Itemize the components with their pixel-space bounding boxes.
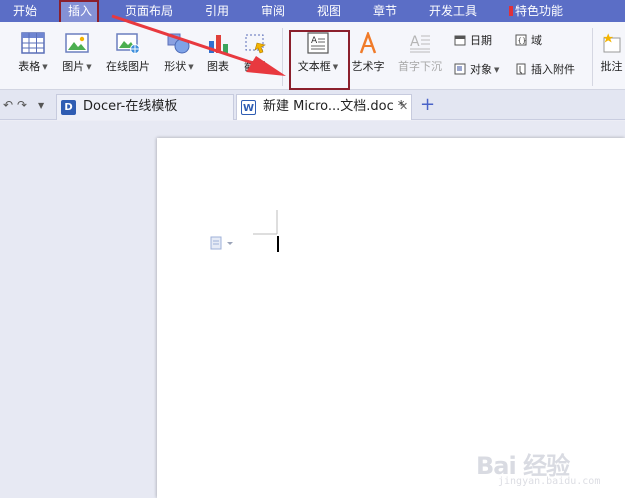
docer-icon: D <box>61 100 76 115</box>
online-picture-label: 在线图片 <box>106 60 150 73</box>
online-picture-button[interactable]: 在线图片 <box>102 32 154 74</box>
chevron-down-icon: ▼ <box>42 63 48 71</box>
chevron-down-icon: ▼ <box>494 66 500 74</box>
menu-special-features[interactable]: 特色功能 <box>515 0 563 22</box>
screenshot-icon <box>245 34 266 54</box>
tab-docer-label: Docer-在线模板 <box>83 99 178 114</box>
new-tab-button[interactable]: + <box>420 95 435 115</box>
screenshot-label: 截屏 <box>244 60 266 73</box>
baidu-jingyan-watermark: Bai 经验 jingyan.baidu.com <box>476 440 616 494</box>
menu-review[interactable]: 审阅 <box>261 0 285 22</box>
drop-cap-icon: A <box>410 34 430 53</box>
tab-document[interactable]: W 新建 Micro...文档.doc * ✕ <box>236 94 412 120</box>
wordart-icon <box>359 32 377 54</box>
special-feature-marker <box>509 6 513 16</box>
word-doc-icon: W <box>241 100 256 115</box>
picture-label: 图片 <box>62 60 85 73</box>
chart-label: 图表 <box>207 60 229 73</box>
online-picture-icon <box>116 33 140 54</box>
shapes-icon <box>167 33 190 54</box>
insert-attachment-button[interactable]: 插入附件 <box>515 61 575 79</box>
redo-icon[interactable]: ↷ <box>17 98 27 112</box>
chart-button[interactable]: 图表 <box>203 32 233 74</box>
menu-view[interactable]: 视图 <box>317 0 341 22</box>
screenshot-button[interactable]: 截屏 <box>238 32 272 74</box>
undo-icon[interactable]: ↶ <box>3 98 13 112</box>
paragraph-options-icon[interactable] <box>210 236 236 250</box>
picture-button[interactable]: 图片 ▼ <box>58 32 96 74</box>
chevron-down-icon: ▼ <box>188 63 194 71</box>
comment-button[interactable]: 批注 <box>598 32 625 74</box>
table-icon <box>21 32 45 54</box>
menu-references[interactable]: 引用 <box>205 0 229 22</box>
ribbon-separator <box>282 28 283 86</box>
text-cursor <box>277 236 279 252</box>
table-label: 表格 <box>18 60 41 73</box>
calendar-icon <box>454 35 466 46</box>
menu-start[interactable]: 开始 <box>13 0 37 22</box>
object-label: 对象 <box>470 63 492 76</box>
svg-text:A: A <box>410 34 420 50</box>
document-tab-bar: ↶ ↷ ▼ D Docer-在线模板 W 新建 Micro...文档.doc *… <box>0 90 625 120</box>
attachment-icon <box>516 63 526 75</box>
comment-label: 批注 <box>600 60 623 73</box>
tab-document-label: 新建 Micro...文档.doc * <box>263 99 405 114</box>
field-label: 域 <box>531 34 542 47</box>
field-icon: {} <box>515 34 527 46</box>
field-button[interactable]: {} 域 <box>515 32 542 50</box>
menu-page-layout[interactable]: 页面布局 <box>125 0 173 22</box>
date-label: 日期 <box>470 34 492 47</box>
quick-access-dropdown-icon[interactable]: ▼ <box>38 101 44 110</box>
margin-corner-mark <box>253 210 278 235</box>
table-button[interactable]: 表格 ▼ <box>14 32 52 74</box>
wordart-button[interactable]: 艺术字 <box>348 32 388 74</box>
drop-cap-label: 首字下沉 <box>398 60 442 73</box>
textbox-highlight <box>289 30 350 90</box>
shapes-button[interactable]: 形状 ▼ <box>160 32 198 74</box>
svg-text:{}: {} <box>518 37 527 45</box>
drop-cap-button[interactable]: A 首字下沉 <box>394 32 446 74</box>
date-button[interactable]: 日期 <box>454 32 492 50</box>
chevron-down-icon: ▼ <box>86 63 92 71</box>
insert-attachment-label: 插入附件 <box>531 63 575 76</box>
object-button[interactable]: 对象 ▼ <box>454 61 499 79</box>
menu-section[interactable]: 章节 <box>373 0 397 22</box>
tab-docer[interactable]: D Docer-在线模板 <box>56 94 234 120</box>
menu-developer[interactable]: 开发工具 <box>429 0 477 22</box>
shapes-label: 形状 <box>164 60 187 73</box>
wordart-label: 艺术字 <box>351 60 385 73</box>
object-icon <box>454 63 466 75</box>
ribbon-separator <box>592 28 593 86</box>
chart-icon <box>209 35 228 53</box>
watermark-subtext: jingyan.baidu.com <box>498 476 601 487</box>
comment-icon <box>602 33 620 53</box>
close-icon[interactable]: ✕ <box>399 95 408 119</box>
picture-icon <box>65 33 89 53</box>
